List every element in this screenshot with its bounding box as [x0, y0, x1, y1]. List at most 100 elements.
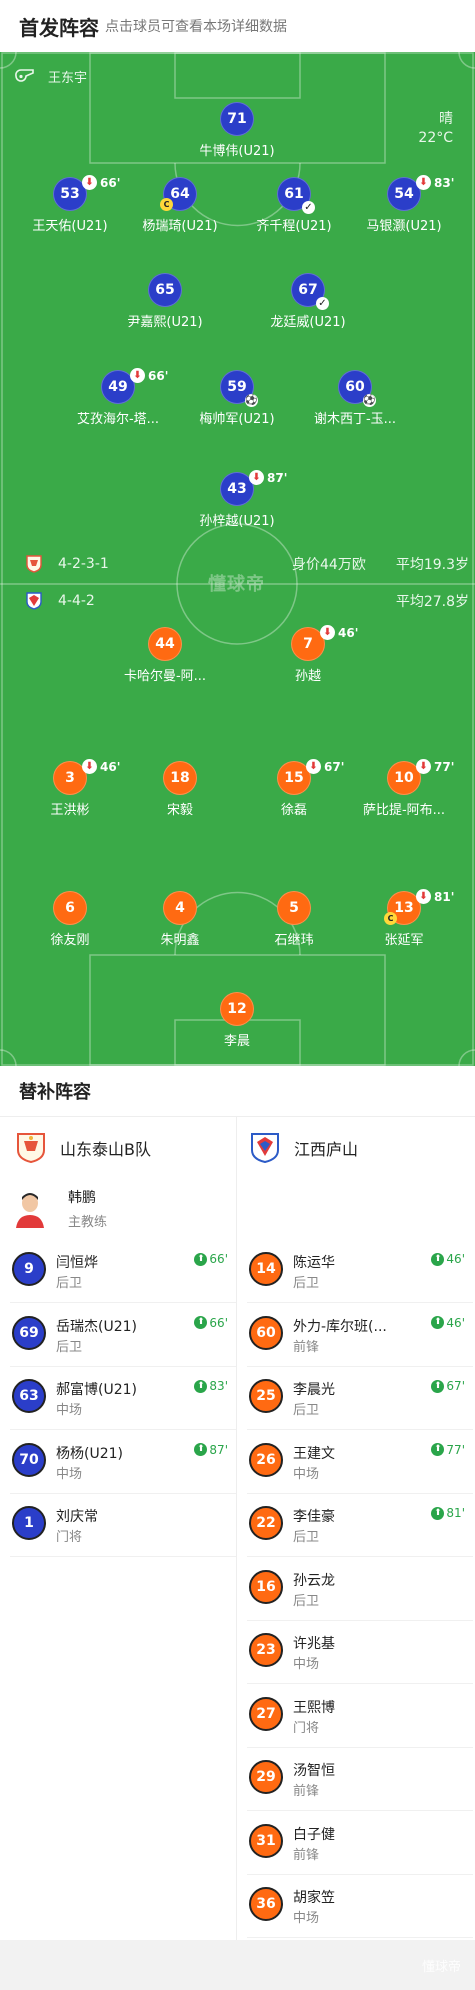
row-divider	[10, 1556, 236, 1557]
sub-player-name: 外力-库尔班(...	[293, 1318, 387, 1335]
sub-player-row[interactable]: 22 李佳豪 后卫 ⬆ 81'	[237, 1494, 473, 1557]
sub-player-name: 白子健	[293, 1826, 335, 1843]
sub-player-position: 前锋	[293, 1339, 320, 1355]
player-home[interactable]: 71 牛博伟(U21)	[177, 102, 297, 159]
player-number: 59	[227, 379, 247, 395]
sub-in-arrow-icon: ⬆	[194, 1316, 208, 1329]
player-away[interactable]: 4 朱明鑫	[120, 891, 240, 948]
away-team-header[interactable]: 江西庐山	[250, 1130, 358, 1166]
player-number: 43	[227, 481, 247, 497]
player-home[interactable]: 43 ⬇ 87' 孙梓越(U21)	[177, 470, 297, 529]
sub-in-minute: 46'	[446, 1252, 465, 1266]
sub-player-name: 闫恒烨	[56, 1255, 98, 1271]
sub-player-position: 后卫	[293, 1593, 320, 1609]
sub-player-name: 王建文	[293, 1445, 335, 1462]
sub-in-badge: ⬆ 46'	[431, 1316, 465, 1330]
player-home[interactable]: 53 ⬇ 66' 王天佑(U21)	[10, 175, 130, 234]
away-crest-icon	[26, 592, 42, 610]
sub-player-row[interactable]: 69 岳瑞杰(U21) 后卫 ⬆ 66'	[0, 1304, 236, 1367]
player-away[interactable]: 12 李晨	[177, 992, 297, 1049]
home-crest-icon	[26, 555, 42, 573]
sub-player-row[interactable]: 16 孙云龙 后卫	[237, 1558, 473, 1621]
sub-out-arrow-icon: ⬇	[419, 760, 428, 772]
sub-player-row[interactable]: 63 郝富博(U21) 中场 ⬆ 83'	[0, 1367, 236, 1430]
weather-condition: 晴	[439, 111, 453, 127]
sub-out-minute: 66'	[100, 175, 121, 190]
player-name: 卡哈尔曼-阿...	[123, 669, 207, 684]
pitch: 王东宇 晴 22°C 懂球帝 4-2-3-1 身价44万欧 平均19.3岁 4-…	[0, 52, 475, 1066]
player-away[interactable]: 3 ⬇ 46' 王洪彬	[10, 759, 130, 818]
assist-icon: ✓	[316, 297, 329, 310]
sub-player-number: 29	[249, 1760, 283, 1794]
whistle-icon	[15, 69, 34, 82]
sub-in-arrow-icon: ⬆	[194, 1252, 208, 1266]
sub-player-name: 陈运华	[293, 1255, 335, 1271]
player-number: 18	[163, 761, 197, 795]
assist-icon: ✓	[302, 201, 315, 214]
sub-in-badge: ⬆ 87'	[194, 1443, 228, 1457]
sub-player-row[interactable]: 1 刘庆常 门将	[0, 1494, 236, 1557]
sub-player-row[interactable]: 14 陈运华 后卫 ⬆ 46'	[237, 1240, 473, 1303]
player-name: 宋毅	[166, 803, 193, 818]
goal-ball-icon: ⚽	[245, 394, 258, 407]
player-name: 王洪彬	[50, 803, 90, 818]
player-home[interactable]: 54 ⬇ 83' 马银灏(U21)	[344, 175, 464, 234]
coach-name: 韩鹏	[68, 1189, 96, 1206]
referee-name: 王东宇	[48, 70, 88, 86]
sub-out-minute: 67'	[324, 759, 345, 774]
player-name: 石继玮	[274, 933, 314, 948]
sub-player-row[interactable]: 60 外力-库尔班(... 前锋 ⬆ 46'	[237, 1304, 473, 1367]
home-team-header[interactable]: 山东泰山B队	[16, 1130, 151, 1166]
player-home[interactable]: 67 ✓ 龙廷威(U21)	[248, 273, 368, 330]
sub-player-row[interactable]: 70 杨杨(U21) 中场 ⬆ 87'	[0, 1431, 236, 1494]
player-away[interactable]: 10 ⬇ 77' 萨比提-阿布...	[344, 759, 464, 818]
player-away[interactable]: 7 ⬇ 46' 孙越	[248, 625, 368, 684]
player-home[interactable]: 60 ⚽ 谢木西丁-玉...	[295, 370, 415, 427]
player-away[interactable]: 15 ⬇ 67' 徐磊	[234, 759, 354, 818]
player-away[interactable]: 18 宋毅	[120, 761, 240, 818]
player-number: 7	[303, 636, 313, 652]
sub-player-row[interactable]: 9 闫恒烨 后卫 ⬆ 66'	[0, 1240, 236, 1303]
home-coach[interactable]: 韩鹏 主教练	[14, 1184, 107, 1232]
sub-in-minute: 66'	[209, 1252, 228, 1266]
home-team-stats: 身价44万欧 平均19.3岁	[262, 554, 469, 574]
sub-player-row[interactable]: 23 许兆基 中场	[237, 1621, 473, 1684]
sub-player-row[interactable]: 31 白子健 前锋	[237, 1812, 473, 1875]
player-name: 萨比提-阿布...	[362, 803, 446, 818]
sub-player-position: 门将	[293, 1720, 320, 1736]
sub-player-position: 中场	[293, 1657, 320, 1672]
player-number: 53	[60, 186, 80, 202]
sub-in-minute: 66'	[209, 1315, 228, 1330]
player-away[interactable]: 13 ⬇ 81' C 张延军	[344, 889, 464, 948]
sub-player-name: 李佳豪	[293, 1509, 335, 1525]
sub-player-row[interactable]: 26 王建文 中场 ⬆ 77'	[237, 1431, 473, 1494]
sub-in-badge: ⬆ 67'	[431, 1379, 465, 1393]
player-home[interactable]: 61 ✓ 齐千程(U21)	[234, 177, 354, 234]
player-home[interactable]: 64 C 杨瑞琦(U21)	[120, 177, 240, 234]
sub-in-arrow-icon: ⬆	[194, 1443, 208, 1456]
player-away[interactable]: 44 卡哈尔曼-阿...	[105, 627, 225, 684]
away-team-logo-icon	[251, 1133, 279, 1164]
player-away[interactable]: 6 徐友刚	[10, 891, 130, 948]
player-number: 3	[65, 770, 75, 786]
player-name: 马银灏(U21)	[366, 219, 442, 234]
player-name: 牛博伟(U21)	[199, 144, 275, 159]
player-number: 49	[108, 379, 128, 395]
player-home[interactable]: 59 ⚽ 梅帅军(U21)	[177, 370, 297, 427]
home-avg-age: 平均19.3岁	[395, 557, 469, 573]
player-home[interactable]: 49 ⬇ 66' 艾孜海尔-塔...	[58, 368, 178, 427]
player-name: 徐友刚	[50, 933, 90, 948]
page-subtitle: 点击球员可查看本场详细数据	[105, 19, 287, 35]
sub-out-arrow-icon: ⬇	[419, 176, 428, 188]
sub-player-row[interactable]: 27 王熙博 门将	[237, 1685, 473, 1748]
sub-in-badge: ⬆ 77'	[431, 1443, 465, 1457]
home-team-value: 身价44万欧	[292, 557, 366, 573]
sub-player-row[interactable]: 25 李晨光 后卫 ⬆ 67'	[237, 1367, 473, 1430]
weather-temperature: 22°C	[418, 130, 453, 146]
sub-player-row[interactable]: 36 胡家笠 中场	[237, 1875, 473, 1938]
sub-player-row[interactable]: 29 汤智恒 前锋	[237, 1748, 473, 1811]
sub-player-position: 门将	[56, 1530, 83, 1545]
player-away[interactable]: 5 石继玮	[234, 891, 354, 948]
player-home[interactable]: 65 尹嘉熙(U21)	[105, 273, 225, 330]
player-number: 60	[345, 379, 365, 395]
